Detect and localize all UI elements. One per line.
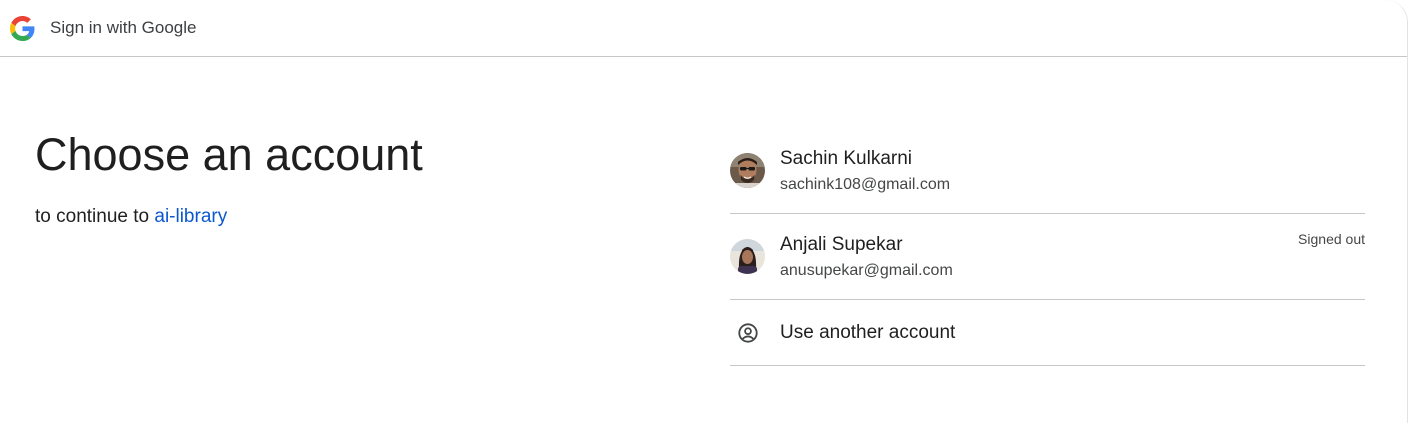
subtitle-prefix: to continue to	[35, 206, 155, 227]
account-email: anusupekar@gmail.com	[780, 262, 953, 279]
account-list: Sachin Kulkarni sachink108@gmail.com Anj…	[730, 128, 1365, 366]
account-text: Anjali Supekar anusupekar@gmail.com	[780, 233, 953, 280]
use-another-account-label: Use another account	[780, 321, 956, 343]
subtitle: to continue to ai-library	[35, 206, 423, 228]
account-name: Anjali Supekar	[780, 234, 903, 255]
account-email: sachink108@gmail.com	[780, 176, 951, 193]
intro-section: Choose an account to continue to ai-libr…	[35, 127, 423, 228]
google-g-icon	[10, 15, 35, 41]
account-item[interactable]: Sachin Kulkarni sachink108@gmail.com	[730, 128, 1365, 214]
avatar	[730, 153, 765, 188]
page-title: Choose an account	[35, 129, 423, 180]
use-another-account-item[interactable]: Use another account	[730, 300, 1365, 366]
account-circle-icon	[730, 315, 765, 350]
account-item[interactable]: Anjali Supekar anusupekar@gmail.com Sign…	[730, 214, 1365, 300]
account-name: Sachin Kulkarni	[780, 148, 913, 169]
sign-in-page: Sign in with Google Choose an account to…	[0, 0, 1408, 423]
account-status: Signed out	[1298, 231, 1365, 247]
header: Sign in with Google	[0, 0, 1407, 57]
avatar	[730, 239, 765, 274]
header-title: Sign in with Google	[50, 18, 197, 37]
app-name-link[interactable]: ai-library	[154, 206, 227, 227]
account-text: Sachin Kulkarni sachink108@gmail.com	[780, 147, 950, 194]
